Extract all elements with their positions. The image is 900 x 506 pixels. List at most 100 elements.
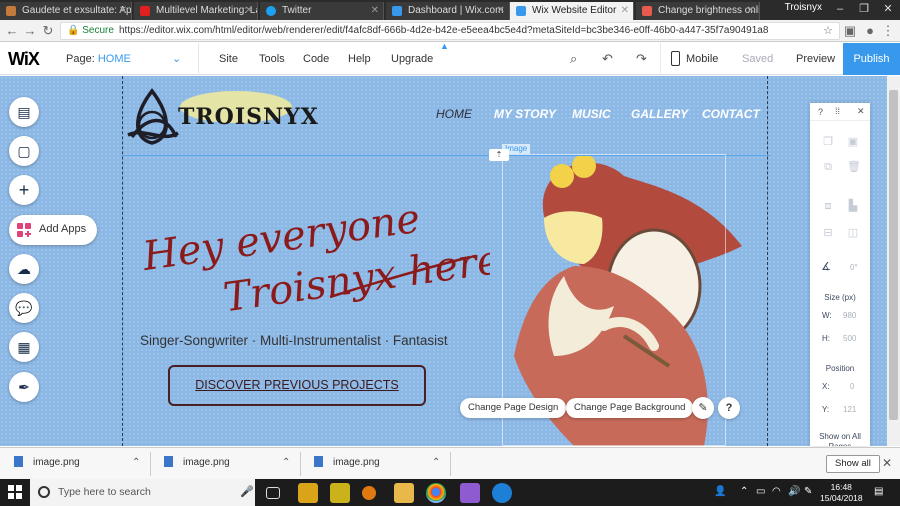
chevron-up-icon[interactable]: ⌃ xyxy=(132,457,140,468)
browser-tab-4[interactable]: Dashboard | Wix.com ✕ xyxy=(386,2,510,20)
paste-icon[interactable]: ▣ xyxy=(847,136,859,148)
hero-headline[interactable]: Hey everyone Troisnyx here! xyxy=(130,201,490,311)
volume-icon[interactable]: 🔊 xyxy=(788,486,800,497)
publish-button[interactable]: Publish xyxy=(843,43,900,75)
blog-icon[interactable]: 💬 xyxy=(9,293,39,323)
editor-canvas[interactable]: TROISNYX HOME MY STORY MUSIC GALLERY CON… xyxy=(0,76,900,446)
profile-name[interactable]: Troisnyx xyxy=(785,2,822,13)
copy-icon[interactable]: ❐ xyxy=(822,136,834,148)
show-all-downloads-button[interactable]: Show all xyxy=(826,455,880,473)
move-to-top-icon[interactable]: ⇡ xyxy=(489,149,509,161)
close-tab-icon[interactable]: ✕ xyxy=(245,2,253,20)
taskbar-search-box[interactable]: Type here to search 🎤 xyxy=(30,479,255,506)
reload-icon[interactable]: ↻ xyxy=(40,23,56,39)
add-element-icon[interactable]: + xyxy=(9,175,39,205)
battery-icon[interactable]: ▭ xyxy=(756,486,765,497)
background-icon[interactable]: ▢ xyxy=(9,136,39,166)
download-item[interactable]: image.png xyxy=(164,456,230,468)
panel-close-icon[interactable]: ✕ xyxy=(857,106,865,117)
chevron-up-icon[interactable]: ⌃ xyxy=(432,457,440,468)
edge-icon[interactable] xyxy=(492,483,512,503)
microphone-icon[interactable]: 🎤 xyxy=(240,485,254,498)
help-icon[interactable]: ? xyxy=(718,397,740,419)
site-nav-music[interactable]: MUSIC xyxy=(572,107,611,121)
taskbar-app-icon[interactable] xyxy=(362,486,376,500)
menu-tools[interactable]: Tools xyxy=(259,53,285,65)
browser-tab-1[interactable]: Gaudete et exsultate: Ap ✕ xyxy=(0,2,132,20)
browser-tab-6[interactable]: Change brightness onli ✕ xyxy=(636,2,760,20)
chrome-menu-icon[interactable]: ⋮ xyxy=(880,23,896,39)
taskbar-app-icon[interactable] xyxy=(460,483,480,503)
tray-chevron-up-icon[interactable]: ⌃ xyxy=(740,486,748,497)
wix-logo[interactable]: WiX xyxy=(8,49,40,70)
close-tab-icon[interactable]: ✕ xyxy=(497,2,505,20)
close-window-icon[interactable]: ✕ xyxy=(876,0,900,18)
redo-icon[interactable]: ↷ xyxy=(636,51,647,67)
minimize-icon[interactable]: – xyxy=(828,0,852,18)
delete-icon[interactable]: 🗑 xyxy=(847,161,861,173)
menu-help[interactable]: Help xyxy=(348,53,371,65)
forward-icon[interactable]: → xyxy=(22,23,38,39)
site-nav-my-story[interactable]: MY STORY xyxy=(494,107,556,121)
paint-brush-icon[interactable]: ✎ xyxy=(692,397,714,419)
preview-button[interactable]: Preview xyxy=(796,53,835,65)
y-position-input[interactable]: 121 xyxy=(843,405,856,414)
network-icon[interactable]: ◠ xyxy=(772,486,781,497)
collapse-toolbar-icon[interactable]: ▲ xyxy=(440,41,449,51)
task-view-icon[interactable] xyxy=(266,487,280,499)
back-icon[interactable]: ← xyxy=(4,23,20,39)
browser-tab-2[interactable]: Multilevel Marketing: La ✕ xyxy=(134,2,258,20)
scrollbar-thumb[interactable] xyxy=(889,90,898,420)
pen-tool-icon[interactable]: ✒ xyxy=(9,372,39,402)
height-input[interactable]: 500 xyxy=(843,334,856,343)
bookmark-star-icon[interactable]: ☆ xyxy=(823,24,833,37)
browser-tab-3[interactable]: Twitter ✕ xyxy=(260,2,384,20)
close-tab-icon[interactable]: ✕ xyxy=(621,2,629,20)
people-icon[interactable]: 👤 xyxy=(714,486,726,497)
download-item[interactable]: image.png xyxy=(314,456,380,468)
menu-upgrade[interactable]: Upgrade xyxy=(391,53,433,65)
taskbar-app-icon[interactable] xyxy=(330,483,350,503)
discover-projects-button[interactable]: DISCOVER PREVIOUS PROJECTS xyxy=(168,365,426,406)
pages-menu-icon[interactable]: ▤ xyxy=(9,97,39,127)
system-clock[interactable]: 16:48 15/04/2018 xyxy=(820,482,863,504)
browser-tab-5[interactable]: Wix Website Editor ✕ xyxy=(510,2,634,20)
windows-start-icon[interactable] xyxy=(8,485,22,499)
rotate-value[interactable]: 0° xyxy=(850,263,858,272)
change-page-background-button[interactable]: Change Page Background xyxy=(566,398,694,418)
match-size-icon[interactable]: ◫ xyxy=(847,227,859,239)
change-page-design-button[interactable]: Change Page Design xyxy=(460,398,567,418)
arrange-icon[interactable]: ⧈ xyxy=(822,200,834,212)
duplicate-icon[interactable]: ⧉ xyxy=(822,161,834,173)
menu-code[interactable]: Code xyxy=(303,53,329,65)
site-nav-contact[interactable]: CONTACT xyxy=(702,107,760,121)
taskbar-app-icon[interactable] xyxy=(298,483,318,503)
extension-icon[interactable]: ● xyxy=(862,23,878,39)
download-item[interactable]: image.png xyxy=(14,456,80,468)
zoom-icon[interactable]: ⌕ xyxy=(570,51,577,67)
upload-media-icon[interactable]: ☁ xyxy=(9,254,39,284)
show-on-all-pages-toggle[interactable]: Show on All Pages xyxy=(810,432,870,446)
store-icon[interactable]: ▦ xyxy=(9,332,39,362)
panel-help-icon[interactable]: ? xyxy=(818,107,823,117)
chrome-icon[interactable] xyxy=(426,483,446,503)
drag-handle-icon[interactable]: ⁞⁞ xyxy=(835,106,840,116)
close-downloads-icon[interactable]: ✕ xyxy=(882,456,892,470)
distribute-icon[interactable]: ⊟ xyxy=(822,227,834,239)
chevron-up-icon[interactable]: ⌃ xyxy=(282,457,290,468)
close-tab-icon[interactable]: ✕ xyxy=(747,2,755,20)
close-tab-icon[interactable]: ✕ xyxy=(371,2,379,20)
menu-site[interactable]: Site xyxy=(219,53,238,65)
file-explorer-icon[interactable] xyxy=(394,483,414,503)
width-input[interactable]: 980 xyxy=(843,311,856,320)
pen-icon[interactable]: ✎ xyxy=(804,486,812,497)
x-position-input[interactable]: 0 xyxy=(850,382,854,391)
extension-icon[interactable]: ▣ xyxy=(842,23,858,39)
maximize-icon[interactable]: ❐ xyxy=(852,0,876,18)
add-apps-button[interactable]: Add Apps xyxy=(9,215,97,245)
close-tab-icon[interactable]: ✕ xyxy=(119,2,127,20)
site-nav-gallery[interactable]: GALLERY xyxy=(631,107,688,121)
url-field[interactable]: 🔒 Secure https://editor.wix.com/html/edi… xyxy=(60,22,840,40)
undo-icon[interactable]: ↶ xyxy=(602,51,613,67)
notification-icon[interactable]: ▤ xyxy=(874,486,883,497)
